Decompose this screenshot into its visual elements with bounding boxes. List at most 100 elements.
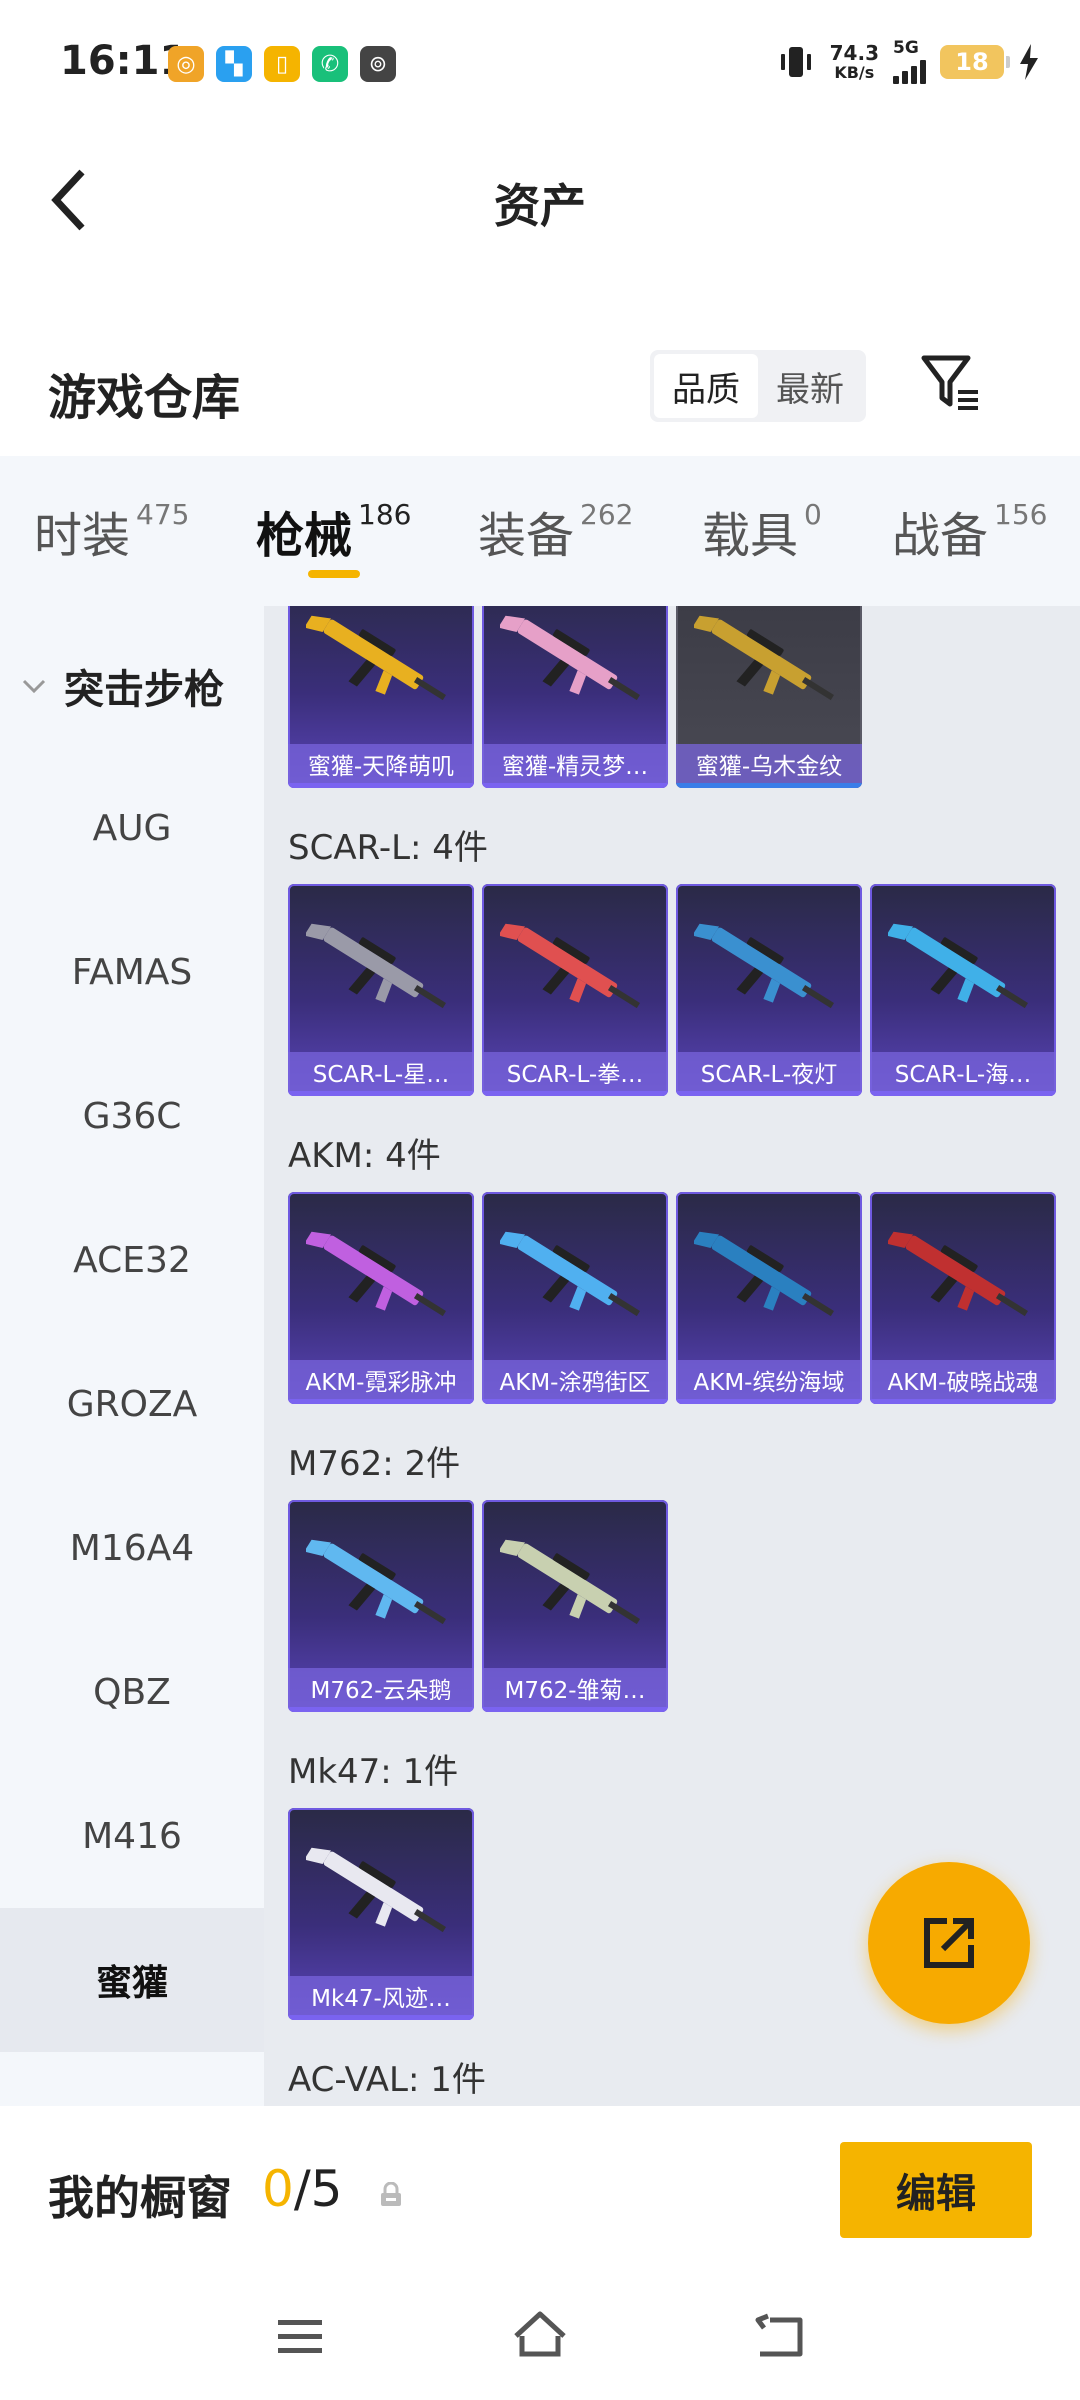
lock-icon bbox=[381, 2182, 401, 2206]
weapon-card[interactable]: SCAR-L-夜灯 bbox=[676, 884, 862, 1096]
tab-count: 0 bbox=[804, 498, 822, 531]
weapon-card[interactable]: AKM-霓彩脉冲 bbox=[288, 1192, 474, 1404]
sort-option-newest[interactable]: 最新 bbox=[758, 354, 862, 418]
signal-icon: 5G bbox=[893, 40, 926, 84]
weapon-name: SCAR-L-拳… bbox=[482, 1052, 668, 1096]
weapon-name: AKM-破晓战魂 bbox=[870, 1360, 1056, 1404]
weapon-name: 蜜獾-乌木金纹 bbox=[676, 744, 862, 788]
weapon-card[interactable]: SCAR-L-拳… bbox=[482, 884, 668, 1096]
app-icon-blue: ▚ bbox=[216, 46, 252, 82]
weapon-card[interactable]: 蜜獾-精灵梦… bbox=[482, 606, 668, 788]
net-speed: 74.3 KB/s bbox=[829, 41, 879, 82]
weapon-icon bbox=[306, 923, 446, 1009]
app-icon-yellow: ▯ bbox=[264, 46, 300, 82]
weapon-card[interactable]: M762-雏菊… bbox=[482, 1500, 668, 1712]
page-title: 资产 bbox=[494, 179, 586, 233]
home-icon[interactable] bbox=[510, 2306, 570, 2366]
weapon-card[interactable]: SCAR-L-星… bbox=[288, 884, 474, 1096]
weapon-name: M762-雏菊… bbox=[482, 1668, 668, 1712]
notification-icons: ◎ ▚ ▯ ✆ ⊚ bbox=[168, 46, 396, 82]
sidebar-item-4[interactable]: GROZA bbox=[0, 1332, 264, 1476]
weapon-card[interactable]: SCAR-L-海… bbox=[870, 884, 1056, 1096]
filter-icon[interactable] bbox=[920, 352, 984, 416]
external-link-icon bbox=[924, 1918, 974, 1968]
category-tabs: 时装 475 枪械 186 装备 262 载具 0 战备 156 bbox=[0, 456, 1080, 606]
weapon-card[interactable]: M762-云朵鹅 bbox=[288, 1500, 474, 1712]
app-icon-weibo: ⊚ bbox=[360, 46, 396, 82]
weapon-card[interactable]: Mk47-风迹… bbox=[288, 1808, 474, 2020]
sidebar-item-5[interactable]: M16A4 bbox=[0, 1476, 264, 1620]
weapon-icon bbox=[500, 923, 640, 1009]
showcase-label: 我的橱窗 bbox=[48, 2171, 232, 2225]
tab-count: 186 bbox=[358, 498, 412, 531]
weapon-icon bbox=[694, 923, 834, 1009]
tab-label: 装备 bbox=[478, 508, 575, 564]
weapon-name: SCAR-L-星… bbox=[288, 1052, 474, 1096]
group-label: AKM: 4件 bbox=[288, 1136, 441, 1176]
weapon-type-sidebar: 突击步枪 AUG FAMAS G36C ACE32 GROZA M16A4 QBZ M416 蜜… bbox=[0, 606, 264, 2106]
vibrate-icon bbox=[780, 47, 811, 77]
weapon-icon bbox=[500, 615, 640, 701]
tab-2[interactable]: 装备 262 bbox=[478, 496, 633, 566]
tab-label: 战备 bbox=[892, 508, 989, 564]
tab-count: 156 bbox=[994, 498, 1048, 531]
charging-icon bbox=[1020, 44, 1038, 80]
weapon-icon bbox=[306, 615, 446, 701]
group-label: AC-VAL: 1件 bbox=[288, 2060, 486, 2100]
tab-0[interactable]: 时装 475 bbox=[34, 496, 189, 566]
status-bar: 16:11 ◎ ▚ ▯ ✆ ⊚ 74.3 KB/s 5G 18 bbox=[0, 0, 1080, 130]
tab-3[interactable]: 载具 0 bbox=[702, 496, 822, 566]
weapon-card[interactable]: AKM-破晓战魂 bbox=[870, 1192, 1056, 1404]
app-icon-orange: ◎ bbox=[168, 46, 204, 82]
weapon-card[interactable]: AKM-涂鸦街区 bbox=[482, 1192, 668, 1404]
top-bar: 资产 bbox=[0, 130, 1080, 270]
system-nav-bar bbox=[0, 2276, 1080, 2400]
tab-4[interactable]: 战备 156 bbox=[892, 496, 1047, 566]
section-title: 游戏仓库 bbox=[48, 370, 241, 426]
weapon-card[interactable]: 蜜獾-乌木金纹 bbox=[676, 606, 862, 788]
weapon-icon bbox=[888, 923, 1028, 1009]
weapon-card[interactable]: AKM-缤纷海域 bbox=[676, 1192, 862, 1404]
weapon-icon bbox=[500, 1231, 640, 1317]
weapon-name: Mk47-风迹… bbox=[288, 1976, 474, 2020]
showcase-bar: 我的橱窗 0/5 编辑 bbox=[0, 2106, 1080, 2276]
weapon-name: SCAR-L-夜灯 bbox=[676, 1052, 862, 1096]
weapon-name: M762-云朵鹅 bbox=[288, 1668, 474, 1712]
weapon-icon bbox=[306, 1231, 446, 1317]
weapon-icon bbox=[306, 1847, 446, 1933]
weapon-name: 蜜獾-精灵梦… bbox=[482, 744, 668, 788]
sidebar-item-7[interactable]: M416 bbox=[0, 1764, 264, 1908]
tab-label: 时装 bbox=[34, 508, 131, 564]
section-header: 游戏仓库 品质 最新 bbox=[0, 330, 1080, 450]
back-nav-icon[interactable] bbox=[750, 2306, 810, 2366]
weapon-icon bbox=[694, 615, 834, 701]
sidebar-item-8[interactable]: 蜜獾 bbox=[0, 1908, 264, 2052]
weapon-card[interactable]: 蜜獾-天降萌叽 bbox=[288, 606, 474, 788]
sidebar-group-assault-rifle[interactable]: 突击步枪 bbox=[0, 636, 264, 736]
edit-button[interactable]: 编辑 bbox=[840, 2142, 1032, 2238]
weapon-name: 蜜獾-天降萌叽 bbox=[288, 744, 474, 788]
group-label: Mk47: 1件 bbox=[288, 1752, 459, 1792]
group-label: SCAR-L: 4件 bbox=[288, 828, 488, 868]
sidebar-item-1[interactable]: FAMAS bbox=[0, 900, 264, 1044]
tab-label: 枪械 bbox=[256, 508, 353, 564]
tab-count: 262 bbox=[580, 498, 634, 531]
battery-icon: 18 bbox=[940, 45, 1010, 79]
sidebar-item-2[interactable]: G36C bbox=[0, 1044, 264, 1188]
app-icon-green: ✆ bbox=[312, 46, 348, 82]
showcase-count: 0/5 bbox=[262, 2160, 343, 2218]
tab-label: 载具 bbox=[702, 508, 799, 564]
weapon-icon bbox=[306, 1539, 446, 1625]
sidebar-item-3[interactable]: ACE32 bbox=[0, 1188, 264, 1332]
sidebar-item-0[interactable]: AUG bbox=[0, 756, 264, 900]
tab-indicator bbox=[308, 570, 360, 578]
weapon-name: AKM-缤纷海域 bbox=[676, 1360, 862, 1404]
tab-1[interactable]: 枪械 186 bbox=[256, 496, 411, 566]
sort-option-quality[interactable]: 品质 bbox=[654, 354, 758, 418]
weapon-name: AKM-霓彩脉冲 bbox=[288, 1360, 474, 1404]
share-button[interactable] bbox=[868, 1862, 1030, 2024]
tab-count: 475 bbox=[136, 498, 190, 531]
menu-icon[interactable] bbox=[270, 2306, 330, 2366]
sidebar-item-6[interactable]: QBZ bbox=[0, 1620, 264, 1764]
group-label: M762: 2件 bbox=[288, 1444, 461, 1484]
